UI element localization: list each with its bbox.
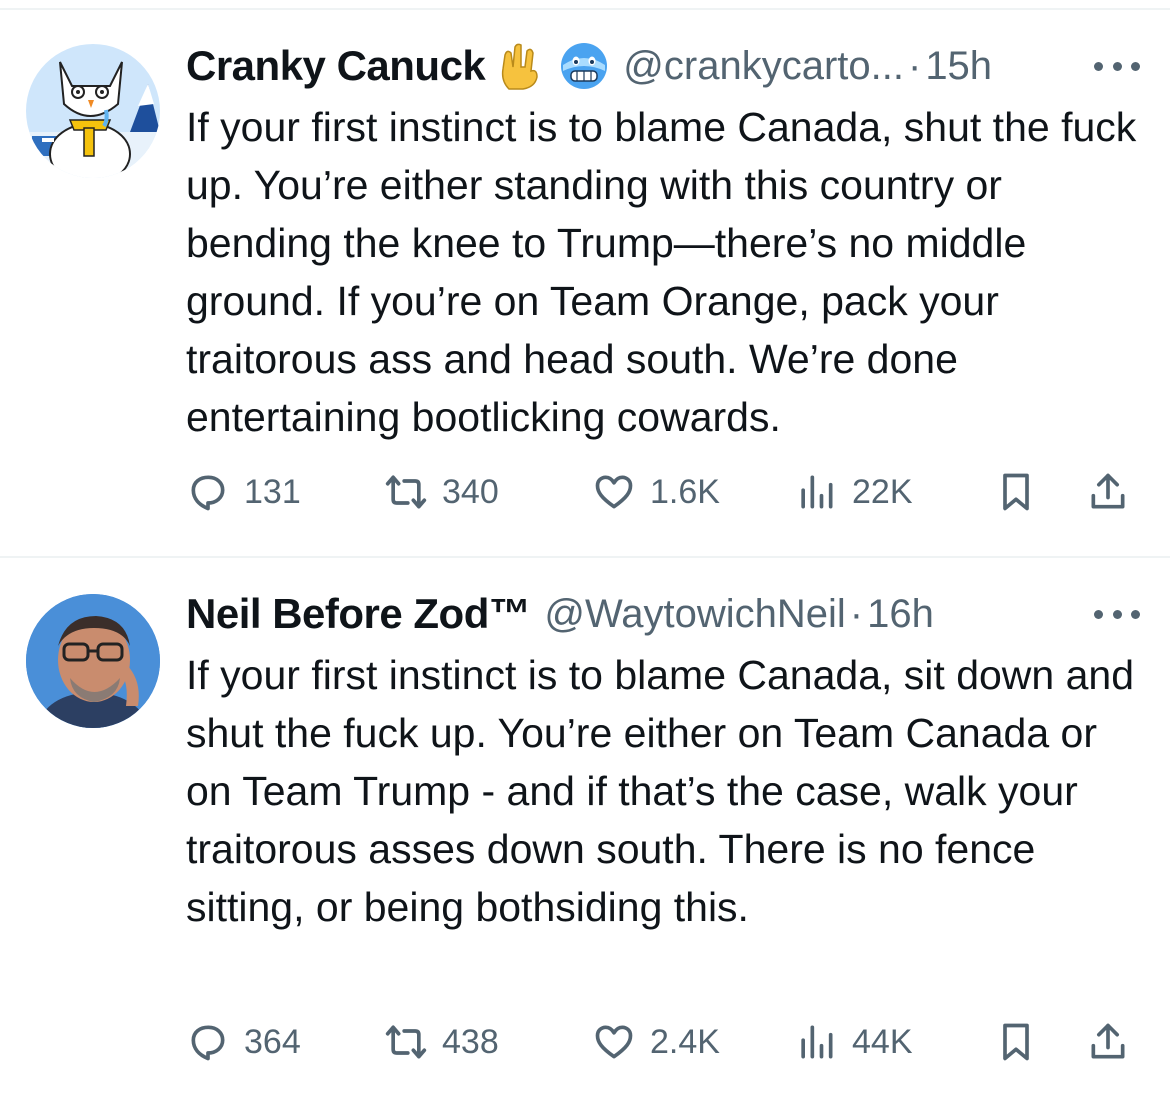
heart-icon <box>595 1025 633 1059</box>
separator-dot: · <box>907 43 922 88</box>
reply-count: 364 <box>244 1022 301 1061</box>
tweet-text: If your first instinct is to blame Canad… <box>186 104 1137 440</box>
man-with-glasses-avatar-image <box>26 594 160 728</box>
repost-icon <box>385 1025 427 1059</box>
repost-button[interactable]: 438 <box>384 1012 499 1072</box>
freezing-face-icon <box>559 41 609 91</box>
views-chart-icon <box>801 475 833 509</box>
snowman-avatar-image <box>26 44 160 178</box>
dot-icon <box>1094 609 1103 619</box>
tweet-header: Cranky Canuck @crankycarto... · 15h <box>186 36 992 96</box>
reply-button[interactable]: 364 <box>186 1012 301 1072</box>
tweet-1[interactable]: Cranky Canuck @crankycarto... · 15h If y… <box>0 0 1170 556</box>
repost-button[interactable]: 340 <box>384 462 499 522</box>
more-options-button[interactable] <box>1094 56 1140 76</box>
handle[interactable]: @WaytowichNeil <box>544 592 845 637</box>
dot-icon <box>1112 609 1122 619</box>
views-button[interactable]: 22K <box>794 462 913 522</box>
timestamp[interactable]: 16h <box>867 592 934 637</box>
tweet-2[interactable]: Neil Before Zod™ @WaytowichNeil · 16h If… <box>0 558 1170 1093</box>
avatar[interactable] <box>26 44 160 178</box>
reply-count: 131 <box>244 472 301 511</box>
dot-icon <box>1094 61 1103 71</box>
like-count: 1.6K <box>650 472 720 511</box>
reply-button[interactable]: 131 <box>186 462 301 522</box>
tweet-text: If your first instinct is to blame Canad… <box>186 652 1135 930</box>
share-icon <box>1091 473 1125 509</box>
like-button[interactable]: 2.4K <box>592 1012 720 1072</box>
more-options-button[interactable] <box>1094 604 1140 624</box>
share-icon <box>1091 1023 1125 1059</box>
like-button[interactable]: 1.6K <box>592 462 720 522</box>
dot-icon <box>1131 61 1140 71</box>
repost-count: 438 <box>442 1022 499 1061</box>
action-bar: 364 438 2.4K 44K <box>186 1012 1146 1072</box>
share-button[interactable] <box>1086 1012 1130 1072</box>
bookmark-icon <box>1003 1023 1029 1061</box>
action-bar: 131 340 1.6K 22K <box>186 462 1146 522</box>
avatar[interactable] <box>26 594 160 728</box>
views-count: 22K <box>852 472 913 511</box>
repost-count: 340 <box>442 472 499 511</box>
repost-icon <box>385 475 427 509</box>
reply-icon <box>191 1025 225 1061</box>
heart-icon <box>595 475 633 509</box>
display-name[interactable]: Cranky Canuck <box>186 42 486 90</box>
views-button[interactable]: 44K <box>794 1012 913 1072</box>
dot-icon <box>1112 61 1122 71</box>
tweet-header: Neil Before Zod™ @WaytowichNeil · 16h <box>186 584 934 644</box>
views-count: 44K <box>852 1022 913 1061</box>
timestamp[interactable]: 15h <box>925 44 992 89</box>
bookmark-icon <box>1003 473 1029 511</box>
display-name[interactable]: Neil Before Zod™ <box>186 590 531 638</box>
rock-on-hand-icon <box>495 41 545 91</box>
dot-icon <box>1131 609 1140 619</box>
bookmark-button[interactable] <box>994 1012 1038 1072</box>
handle[interactable]: @crankycarto... <box>623 44 904 89</box>
reply-icon <box>191 475 225 511</box>
bookmark-button[interactable] <box>994 462 1038 522</box>
share-button[interactable] <box>1086 462 1130 522</box>
separator-dot: · <box>849 591 864 636</box>
like-count: 2.4K <box>650 1022 720 1061</box>
views-chart-icon <box>801 1025 833 1059</box>
